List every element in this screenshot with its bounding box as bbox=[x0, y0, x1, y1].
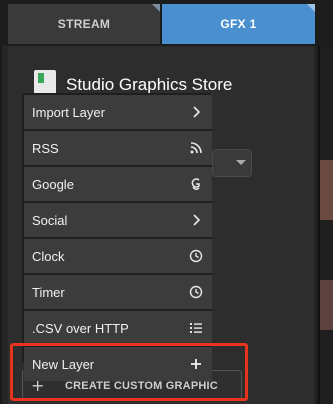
menu-item-social[interactable]: Social bbox=[24, 203, 212, 237]
chevron-right-icon bbox=[188, 212, 204, 228]
right-edge-divider bbox=[318, 46, 320, 404]
rss-icon bbox=[188, 140, 204, 156]
menu-item-timer[interactable]: Timer bbox=[24, 275, 212, 309]
google-icon bbox=[188, 176, 204, 192]
tab-stream-label: STREAM bbox=[57, 17, 111, 31]
preview-thumbnail[interactable] bbox=[320, 160, 333, 220]
add-layer-menu: Import Layer RSS Google Social Clock Tim… bbox=[22, 93, 212, 381]
panel-divider bbox=[0, 46, 2, 404]
plus-icon bbox=[188, 356, 204, 372]
tab-corner-icon bbox=[152, 4, 160, 12]
menu-item-csv-over-http[interactable]: .CSV over HTTP bbox=[24, 311, 212, 345]
create-custom-graphic-label: CREATE CUSTOM GRAPHIC bbox=[65, 380, 218, 392]
chevron-down-icon[interactable] bbox=[236, 160, 246, 165]
tab-corner-icon bbox=[307, 4, 315, 12]
clock-icon bbox=[188, 284, 204, 300]
menu-item-label: Timer bbox=[32, 284, 65, 300]
menu-item-label: Import Layer bbox=[32, 104, 105, 120]
menu-item-google[interactable]: Google bbox=[24, 167, 212, 201]
menu-item-label: Clock bbox=[32, 248, 65, 264]
clock-icon bbox=[188, 248, 204, 264]
menu-item-label: Google bbox=[32, 176, 74, 192]
tab-gfx-1[interactable]: GFX 1 bbox=[162, 4, 315, 44]
menu-item-clock[interactable]: Clock bbox=[24, 239, 212, 273]
tab-bar: STREAM GFX 1 bbox=[0, 0, 333, 46]
preview-thumbnail[interactable] bbox=[320, 280, 333, 330]
menu-item-new-layer[interactable]: New Layer bbox=[24, 347, 212, 381]
tab-stream[interactable]: STREAM bbox=[8, 4, 160, 44]
layer-select[interactable] bbox=[212, 149, 252, 177]
menu-item-label: New Layer bbox=[32, 356, 95, 372]
tab-gfx-1-label: GFX 1 bbox=[220, 17, 257, 31]
chevron-right-icon bbox=[188, 104, 204, 120]
list-icon bbox=[188, 320, 204, 336]
menu-item-label: Social bbox=[32, 212, 68, 228]
menu-item-import-layer[interactable]: Import Layer bbox=[24, 95, 212, 129]
menu-item-label: .CSV over HTTP bbox=[32, 320, 129, 336]
menu-item-rss[interactable]: RSS bbox=[24, 131, 212, 165]
menu-item-label: RSS bbox=[32, 140, 59, 156]
store-title: Studio Graphics Store bbox=[66, 75, 233, 94]
